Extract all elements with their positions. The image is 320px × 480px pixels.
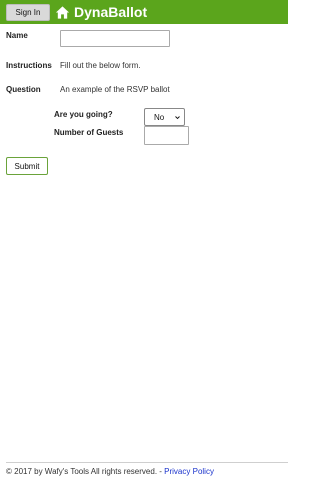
header-bar: Sign In DynaBallot bbox=[0, 0, 288, 24]
name-label: Name bbox=[6, 31, 28, 40]
footer-divider bbox=[6, 462, 288, 463]
sign-in-button[interactable]: Sign In bbox=[6, 4, 50, 21]
chevron-down-icon bbox=[175, 116, 180, 120]
going-select[interactable]: No bbox=[144, 108, 185, 126]
question-label: Question bbox=[6, 85, 41, 94]
guests-label: Number of Guests bbox=[54, 128, 124, 137]
guests-input[interactable] bbox=[144, 126, 189, 145]
home-icon bbox=[55, 5, 70, 20]
going-label: Are you going? bbox=[54, 110, 113, 119]
question-text: An example of the RSVP ballot bbox=[60, 85, 170, 94]
page: Sign In DynaBallot Name Instructions Fil… bbox=[0, 0, 288, 480]
going-select-value: No bbox=[154, 112, 165, 122]
instructions-text: Fill out the below form. bbox=[60, 61, 141, 70]
footer: © 2017 by Wafy's Tools All rights reserv… bbox=[6, 467, 214, 476]
instructions-label: Instructions bbox=[6, 61, 52, 70]
name-input[interactable] bbox=[60, 30, 170, 47]
brand-title: DynaBallot bbox=[74, 4, 148, 20]
footer-copyright: © 2017 by Wafy's Tools All rights reserv… bbox=[6, 467, 165, 476]
privacy-policy-link[interactable]: Privacy Policy bbox=[164, 467, 214, 476]
submit-button[interactable]: Submit bbox=[6, 157, 48, 175]
brand-link[interactable]: DynaBallot bbox=[55, 3, 147, 21]
